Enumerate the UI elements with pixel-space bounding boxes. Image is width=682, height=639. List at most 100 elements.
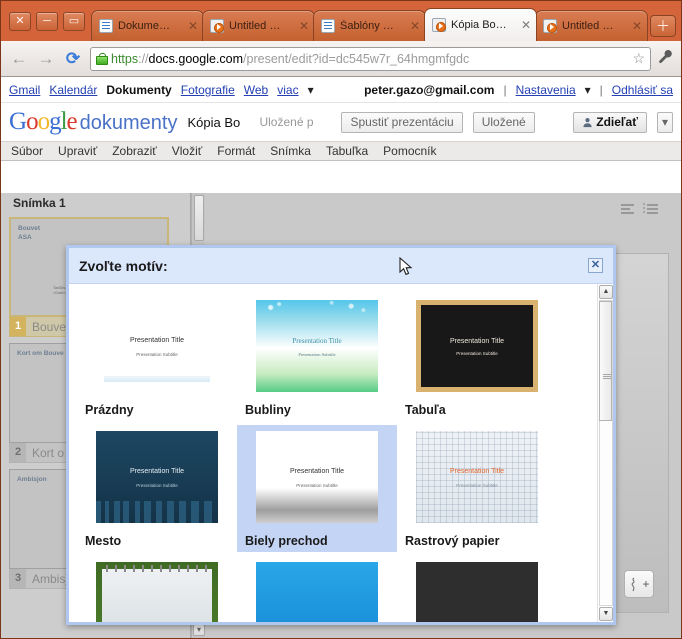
minimize-window-button[interactable]: ─ bbox=[36, 12, 58, 31]
menu-tabulka[interactable]: Tabuľka bbox=[326, 144, 368, 158]
document-favicon bbox=[321, 19, 335, 33]
document-title[interactable]: Kópia Bo bbox=[187, 115, 249, 130]
gbar-link-nastavenia[interactable]: Nastavenia bbox=[516, 83, 576, 97]
bulleted-list-icon[interactable] bbox=[643, 203, 661, 215]
slide-panel-header: Snímka 1 bbox=[13, 196, 66, 210]
gbar-link-web[interactable]: Web bbox=[244, 83, 268, 97]
forward-icon[interactable]: → bbox=[36, 49, 56, 69]
tab-sablony[interactable]: Šablóny … ✕ bbox=[313, 10, 426, 41]
presentation-favicon bbox=[543, 19, 557, 33]
gbar-link-dokumenty[interactable]: Dokumenty bbox=[106, 83, 171, 97]
theme-option-notebook[interactable]: Presentation Title bbox=[77, 556, 237, 622]
close-icon[interactable]: ✕ bbox=[298, 19, 310, 33]
theme-name: Bubliny bbox=[245, 403, 291, 417]
close-window-button[interactable]: ✕ bbox=[9, 12, 31, 31]
menu-upravit[interactable]: Upraviť bbox=[58, 144, 97, 158]
start-presentation-button[interactable]: Spustiť prezentáciu bbox=[341, 111, 463, 133]
gbar-separator-2: | bbox=[599, 82, 603, 97]
scrollbar-thumb[interactable] bbox=[599, 301, 612, 421]
gbar-link-odhlasit[interactable]: Odhlásiť sa bbox=[612, 83, 673, 97]
add-speaker-notes-button[interactable]: + bbox=[624, 570, 654, 598]
wrench-menu-icon[interactable] bbox=[658, 49, 673, 68]
app-header: Google dokumenty Kópia Bo Uložené p Spust… bbox=[1, 103, 681, 141]
scroll-down-icon[interactable]: ▾ bbox=[193, 624, 205, 636]
address-bar[interactable]: https://docs.google.com/present/edit?id=… bbox=[90, 46, 651, 71]
share-dropdown-button[interactable]: ▾ bbox=[656, 111, 673, 133]
close-icon[interactable]: ✕ bbox=[520, 18, 532, 32]
dialog-body: Presentation Title Presentation Subtitle… bbox=[69, 284, 613, 622]
slide-thumb-title: Ambisjon bbox=[17, 476, 47, 483]
gbar-separator-1: | bbox=[503, 82, 507, 97]
theme-thumbnail: Presentation Title bbox=[416, 562, 538, 622]
slide-number: 3 bbox=[10, 569, 26, 588]
saved-button[interactable]: Uložené bbox=[472, 111, 535, 133]
theme-option-biely-prechod[interactable]: Presentation Title Presentation Subtitle… bbox=[237, 425, 397, 552]
scroll-down-icon[interactable]: ▼ bbox=[599, 607, 613, 621]
menu-subor[interactable]: Súbor bbox=[11, 144, 43, 158]
menu-format[interactable]: Formát bbox=[217, 144, 255, 158]
slide-thumb-title: Kort om Bouve bbox=[17, 350, 64, 357]
close-icon[interactable]: ✕ bbox=[187, 19, 199, 33]
theme-option-tabula[interactable]: Presentation Title Presentation Subtitle… bbox=[397, 294, 557, 421]
gbar-link-fotografie[interactable]: Fotografie bbox=[181, 83, 235, 97]
window-controls: ✕ ─ ▭ bbox=[3, 12, 91, 41]
presentation-favicon bbox=[432, 18, 446, 32]
theme-sample-title: Presentation Title bbox=[449, 337, 505, 345]
url-scheme: https bbox=[111, 51, 139, 66]
chevron-down-icon[interactable]: ▾ bbox=[308, 83, 314, 97]
document-favicon bbox=[99, 19, 113, 33]
tab-untitled-2[interactable]: Untitled … ✕ bbox=[535, 10, 648, 41]
theme-thumbnail: Presentation Title bbox=[256, 562, 378, 622]
menu-snimka[interactable]: Snímka bbox=[270, 144, 311, 158]
account-email: peter.gazo@gmail.com bbox=[364, 82, 495, 97]
tab-label: Šablóny … bbox=[340, 20, 394, 32]
theme-option-mesto[interactable]: Presentation Title Presentation Subtitle… bbox=[77, 425, 237, 552]
scrollbar-thumb[interactable] bbox=[194, 195, 204, 241]
dialog-scrollbar[interactable]: ▲ ▼ bbox=[597, 284, 613, 622]
gbar-link-gmail[interactable]: Gmail bbox=[9, 83, 40, 97]
theme-thumbnail: Presentation Title Presentation Subtitle bbox=[256, 431, 378, 523]
theme-sample-title: Presentation Title bbox=[129, 467, 185, 475]
back-icon[interactable]: ← bbox=[9, 49, 29, 69]
new-tab-button[interactable]: ＋ bbox=[650, 15, 676, 37]
tab-untitled-1[interactable]: Untitled … ✕ bbox=[202, 10, 315, 41]
tab-strip: ✕ ─ ▭ Dokume… ✕ Untitled … ✕ Šablóny … ✕… bbox=[1, 1, 681, 41]
tab-dokumenty[interactable]: Dokume… ✕ bbox=[91, 10, 204, 41]
menu-zobrazit[interactable]: Zobraziť bbox=[112, 144, 157, 158]
theme-name: Prázdny bbox=[85, 403, 134, 417]
theme-sample-subtitle: Presentation Subtitle bbox=[136, 351, 178, 357]
chevron-down-icon-settings[interactable]: ▾ bbox=[585, 83, 591, 97]
theme-sample-subtitle: Presentation Subtitle bbox=[456, 350, 498, 356]
scroll-up-icon[interactable]: ▲ bbox=[599, 285, 613, 299]
reload-icon[interactable]: ⟳ bbox=[63, 49, 83, 69]
align-left-icon[interactable] bbox=[617, 203, 635, 215]
bookmark-star-icon[interactable]: ☆ bbox=[632, 50, 645, 67]
theme-option-dark[interactable]: Presentation Title bbox=[397, 556, 557, 622]
menu-pomocnik[interactable]: Pomocník bbox=[383, 144, 436, 158]
person-icon bbox=[583, 117, 592, 127]
logo-letter-g1: G bbox=[9, 108, 27, 135]
theme-thumbnail: Presentation Title bbox=[96, 562, 218, 622]
close-icon[interactable]: ✕ bbox=[588, 258, 603, 273]
share-button[interactable]: Zdieľať bbox=[573, 111, 647, 133]
close-icon[interactable]: ✕ bbox=[409, 19, 421, 33]
gbar-link-kalendar[interactable]: Kalendár bbox=[49, 83, 97, 97]
tab-kopia-bo[interactable]: Kópia Bo… ✕ bbox=[424, 8, 537, 41]
theme-option-bubliny[interactable]: Presentation Title Presentation Subtitle… bbox=[237, 294, 397, 421]
menu-vlozit[interactable]: Vložiť bbox=[172, 144, 203, 158]
google-logo[interactable]: Google dokumenty bbox=[9, 108, 177, 136]
tab-label: Untitled … bbox=[229, 20, 281, 32]
theme-option-rastrovy-papier[interactable]: Presentation Title Presentation Subtitle… bbox=[397, 425, 557, 552]
dialog-header: Zvoľte motív: ✕ bbox=[69, 248, 613, 284]
slide-name: Bouve bbox=[32, 319, 67, 334]
dialog-title: Zvoľte motív: bbox=[79, 257, 168, 274]
gbar-link-viac[interactable]: viac bbox=[277, 83, 298, 97]
theme-option-blue[interactable]: Presentation Title bbox=[237, 556, 397, 622]
lock-icon bbox=[96, 52, 108, 65]
logo-letter-e: e bbox=[66, 108, 78, 135]
maximize-window-button[interactable]: ▭ bbox=[63, 12, 85, 31]
theme-option-prazdny[interactable]: Presentation Title Presentation Subtitle… bbox=[77, 294, 237, 421]
logo-letter-o2: o bbox=[37, 108, 50, 135]
close-icon[interactable]: ✕ bbox=[631, 19, 643, 33]
theme-thumbnail: Presentation Title Presentation Subtitle bbox=[96, 300, 218, 392]
